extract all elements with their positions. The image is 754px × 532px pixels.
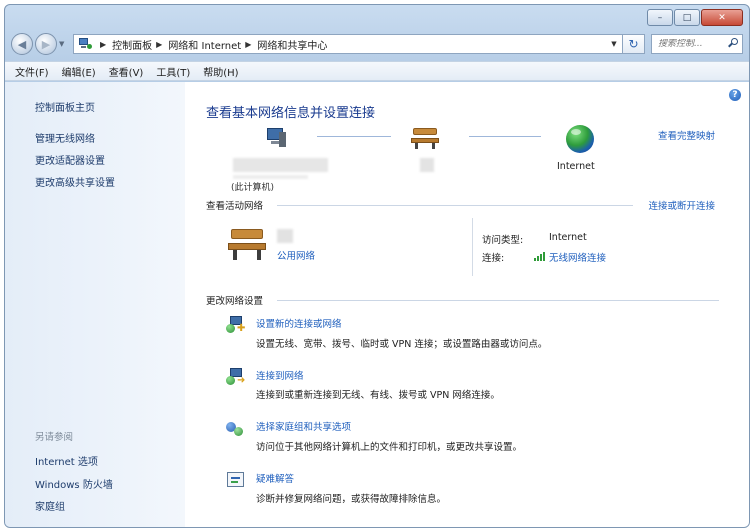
search-box[interactable] [651,34,743,54]
sidebar: 控制面板主页 管理无线网络 更改适配器设置 更改高级共享设置 另请参阅 Inte… [5,82,185,527]
menu-bar: 文件(F) 编辑(E) 查看(V) 工具(T) 帮助(H) [5,61,749,81]
blurred-network-name [420,158,434,172]
access-type-value: Internet [549,232,587,243]
blurred-network-name [277,229,293,243]
search-input[interactable] [658,39,724,49]
sidebar-link-control-panel-home[interactable]: 控制面板主页 [35,99,95,114]
menu-help[interactable]: 帮助(H) [203,64,238,79]
main-content: ? 查看基本网络信息并设置连接 查看完整映射 (此计算机) Internet 查… [185,82,749,527]
sidebar-link-windows-firewall[interactable]: Windows 防火墙 [35,476,113,491]
page-title: 查看基本网络信息并设置连接 [206,106,376,121]
vertical-divider [472,218,473,276]
sidebar-link-adapter-settings[interactable]: 更改适配器设置 [35,152,105,167]
close-button[interactable]: ✕ [701,9,743,26]
task-setup-connection-link[interactable]: 设置新的连接或网络 [256,316,342,330]
network-map: (此计算机) Internet [185,122,749,193]
internet-label: Internet [557,161,595,172]
access-type-label: 访问类型: [482,235,524,246]
back-button[interactable]: ◀ [11,33,33,55]
task-connect-network-desc: 连接到或重新连接到无线、有线、拨号或 VPN 网络连接。 [256,390,500,401]
sidebar-link-homegroup[interactable]: 家庭组 [35,498,65,513]
navigation-bar: ◀ ▶ ▼ ▶ 控制面板 ▶ 网络和 Internet ▶ 网络和共享中心 ▼ … [11,31,743,57]
refresh-icon: ↻ [628,37,639,51]
task-homegroup-desc: 访问位于其他网络计算机上的文件和打印机，或更改共享设置。 [256,442,523,453]
breadcrumb-network-sharing-center[interactable]: 网络和共享中心 [257,37,327,52]
section-divider [277,300,719,301]
sidebar-link-advanced-sharing[interactable]: 更改高级共享设置 [35,174,115,189]
blurred-text [233,175,308,179]
map-connection-line [469,136,541,137]
wireless-signal-icon [534,252,545,261]
task-connect-network-link[interactable]: 连接到网络 [256,368,304,382]
forward-button[interactable]: ▶ [35,33,57,55]
breadcrumb-separator-icon[interactable]: ▶ [156,40,162,49]
search-icon[interactable] [728,38,738,48]
network-type-link[interactable]: 公用网络 [277,248,315,262]
address-bar[interactable]: ▶ 控制面板 ▶ 网络和 Internet ▶ 网络和共享中心 ▼ [73,34,623,54]
minimize-button[interactable]: – [647,9,673,26]
breadcrumb-separator-icon[interactable]: ▶ [245,40,251,49]
network-sharing-center-window: – □ ✕ ◀ ▶ ▼ ▶ 控制面板 ▶ 网络和 Internet ▶ 网络和共… [4,4,750,528]
caption-buttons: – □ ✕ [647,9,743,26]
connect-network-icon: ➜ [226,368,246,386]
forward-arrow-icon: ▶ [41,37,51,51]
task-troubleshoot-link[interactable]: 疑难解答 [256,471,294,485]
sidebar-link-manage-wireless[interactable]: 管理无线网络 [35,130,95,145]
map-connection-line [317,136,391,137]
wireless-connection-link[interactable]: 无线网络连接 [549,250,606,264]
menu-edit[interactable]: 编辑(E) [62,64,96,79]
new-connection-icon: ✚ [226,316,246,334]
task-homegroup-link[interactable]: 选择家庭组和共享选项 [256,419,351,433]
menu-tools[interactable]: 工具(T) [156,64,190,79]
breadcrumb-separator-icon[interactable]: ▶ [100,40,106,49]
see-also-title: 另请参阅 [35,432,74,443]
blurred-computer-name [233,158,328,172]
homegroup-icon [226,419,246,437]
menu-file[interactable]: 文件(F) [15,64,49,79]
network-bench-icon [411,128,441,150]
active-networks-title: 查看活动网络 [206,201,264,212]
public-network-bench-icon [228,229,268,261]
maximize-button[interactable]: □ [674,9,700,26]
breadcrumb-network-internet[interactable]: 网络和 Internet [168,37,241,52]
section-divider [277,205,633,206]
this-computer-caption: (此计算机) [231,183,275,193]
task-troubleshoot-desc: 诊断并修复网络问题，或获得故障排除信息。 [256,494,447,505]
task-setup-connection-desc: 设置无线、宽带、拨号、临时或 VPN 连接；或设置路由器或访问点。 [256,339,548,350]
computer-icon [265,128,287,148]
breadcrumb-control-panel[interactable]: 控制面板 [112,37,152,52]
recent-pages-dropdown[interactable]: ▼ [59,40,69,48]
menu-view[interactable]: 查看(V) [109,64,144,79]
address-dropdown-icon[interactable]: ▼ [606,40,622,48]
change-settings-title: 更改网络设置 [206,296,264,307]
sidebar-link-internet-options[interactable]: Internet 选项 [35,453,98,468]
network-center-icon [78,38,92,50]
help-icon[interactable]: ? [729,89,741,101]
connection-label: 连接: [482,253,505,264]
internet-globe-icon [566,125,594,153]
back-arrow-icon: ◀ [17,37,27,51]
connect-disconnect-link[interactable]: 连接或断开连接 [648,198,715,212]
refresh-button[interactable]: ↻ [623,34,645,54]
troubleshoot-icon [226,471,246,489]
